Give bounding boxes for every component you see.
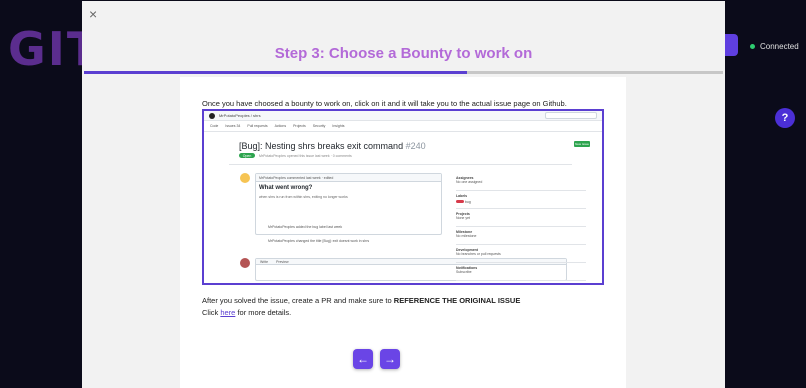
previous-step-button[interactable]: ←	[353, 349, 373, 369]
gh-divider	[229, 164, 572, 165]
step-progress-bar	[84, 71, 723, 74]
gh-comment-header: MrPotatoPeoples commented last week · ed…	[256, 174, 441, 182]
gh-bug-label-icon	[456, 200, 464, 203]
next-step-button[interactable]: →	[380, 349, 400, 369]
gh-sidebar-item: Projects None yet	[456, 209, 586, 227]
after-solve-text: After you solved the issue, create a PR …	[202, 296, 520, 305]
gh-sidebar-label: Labels	[456, 194, 468, 198]
gh-avatar	[240, 258, 250, 268]
status-dot-icon	[750, 44, 755, 49]
gh-sidebar-item: Assignees No one assigned	[456, 173, 586, 191]
arrow-left-icon: ←	[357, 352, 369, 366]
here-link[interactable]: here	[220, 308, 235, 317]
gh-search-box	[545, 112, 597, 119]
close-icon[interactable]: ×	[89, 7, 97, 21]
modal-title: Step 3: Choose a Bounty to work on	[274, 45, 533, 62]
tutorial-modal: × Step 3: Choose a Bounty to work on Onc…	[82, 1, 725, 388]
status-text: Connected	[760, 42, 799, 51]
gh-issue-title-text: [Bug]: Nesting shrs breaks exit command	[239, 141, 404, 151]
step-progress-fill	[84, 71, 468, 74]
step-content-card: Once you have choosed a bounty to work o…	[180, 77, 626, 388]
gh-sidebar-value: No one assigned	[456, 180, 483, 184]
click-suffix: for more details.	[235, 308, 292, 317]
reference-issue-emphasis: REFERENCE THE ORIGINAL ISSUE	[393, 296, 521, 305]
intro-text: Once you have choosed a bounty to work o…	[202, 99, 567, 108]
arrow-right-icon: →	[384, 352, 396, 366]
gh-timeline-event: MrPotatoPeoples added the bug label last…	[268, 225, 343, 229]
gh-tab: Pull requests	[247, 124, 268, 128]
click-prefix: Click	[202, 308, 221, 317]
gh-sidebar-value: bug	[464, 200, 471, 204]
gh-issue-number: #240	[405, 141, 426, 151]
gh-sidebar-value: Subscribe	[456, 270, 472, 274]
github-issue-screenshot: MrPotatoPeoples / shrs Code Issues 34 Pu…	[202, 109, 604, 285]
gh-tab: Actions	[274, 124, 287, 128]
gh-comment-heading: What went wrong?	[259, 185, 313, 191]
gh-tab: Issues 34	[225, 124, 241, 128]
gh-issue-sidebar: Assignees No one assigned Labels bug Pro…	[456, 173, 586, 281]
gh-issue-subtitle: MrPotatoPeoples opened this issue last w…	[259, 154, 352, 158]
gh-sidebar-item: Labels bug	[456, 191, 586, 209]
gh-new-issue-button: New issue	[574, 141, 590, 147]
gh-tab: Security	[312, 124, 326, 128]
gh-editor-tab-write: Write	[260, 260, 269, 264]
gh-timeline-event: MrPotatoPeoples changed the title [Bug]:…	[268, 239, 370, 243]
github-logo-icon	[209, 112, 215, 119]
gh-tab: Projects	[293, 124, 306, 128]
gh-avatar	[240, 173, 250, 183]
gh-repo-path: MrPotatoPeoples / shrs	[219, 113, 261, 118]
gh-repo-tabs: Code Issues 34 Pull requests Actions Pro…	[204, 121, 602, 132]
gh-header: MrPotatoPeoples / shrs	[204, 111, 602, 121]
gh-comment-text: when shrs is run from within shrs, exiti…	[259, 195, 348, 199]
gh-sidebar-item: Notifications Subscribe	[456, 263, 586, 281]
connection-status: Connected	[750, 42, 799, 51]
gh-open-badge: Open	[239, 153, 255, 158]
gh-sidebar-item: Development No branches or pull requests	[456, 245, 586, 263]
gh-issue-title: [Bug]: Nesting shrs breaks exit command …	[239, 141, 426, 151]
gh-sidebar-value: No branches or pull requests	[456, 252, 501, 256]
after-solve-prefix: After you solved the issue, create a PR …	[202, 296, 394, 305]
gh-sidebar-value: No milestone	[456, 234, 477, 238]
gh-sidebar-value: None yet	[456, 216, 471, 220]
more-details-text: Click here for more details.	[202, 308, 291, 317]
gh-tab: Insights	[332, 124, 345, 128]
gh-sidebar-item: Milestone No milestone	[456, 227, 586, 245]
gh-editor-tab-preview: Preview	[276, 260, 289, 264]
help-button[interactable]: ?	[775, 108, 795, 128]
gh-tab: Code	[210, 124, 219, 128]
